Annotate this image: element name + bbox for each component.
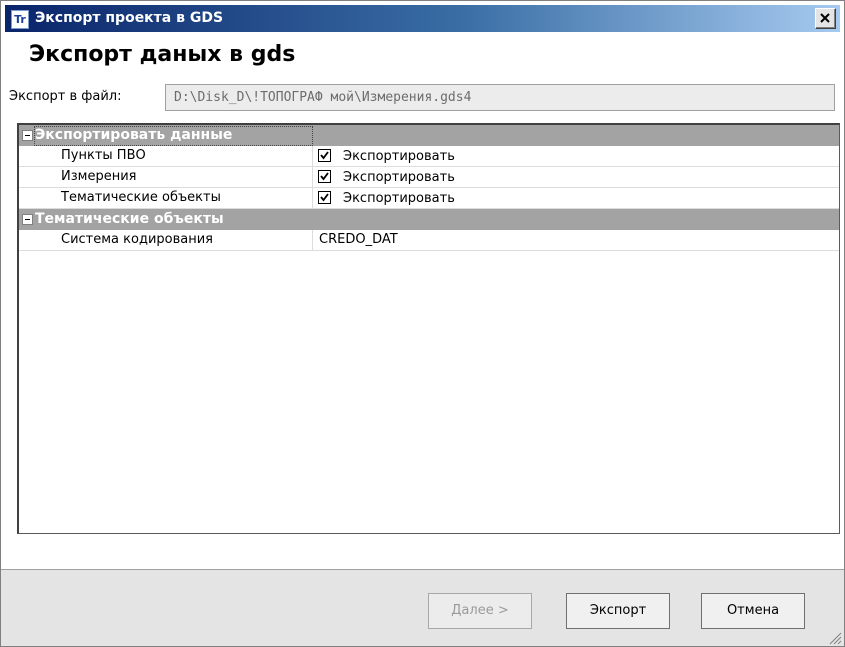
property-name: Тематические объекты xyxy=(61,190,221,205)
property-value[interactable]: CREDO_DAT xyxy=(319,230,398,251)
property-value: Экспортировать xyxy=(343,170,455,185)
cancel-button[interactable]: Отмена xyxy=(701,593,805,629)
column-divider xyxy=(312,188,313,209)
property-value: Экспортировать xyxy=(343,191,455,206)
column-divider xyxy=(312,146,313,167)
export-button[interactable]: Экспорт xyxy=(566,593,670,629)
close-button[interactable] xyxy=(815,8,836,29)
checkmark-icon xyxy=(320,151,329,160)
export-thematic-checkbox[interactable] xyxy=(318,191,331,204)
app-icon: Tr xyxy=(11,10,29,29)
category-label: Тематические объекты xyxy=(35,211,224,227)
property-row-pvo[interactable]: Пункты ПВО Экспортировать xyxy=(19,146,839,167)
close-icon xyxy=(820,13,830,23)
category-export-data[interactable]: Экспортировать данные xyxy=(19,125,839,146)
next-button-label: алее > xyxy=(461,603,509,618)
export-file-field[interactable]: D:\Disk_D\!ТОПОГРАФ мой\Измерения.gds4 xyxy=(165,84,835,111)
window-title: Экспорт проекта в GDS xyxy=(35,10,224,26)
button-bar: Далее > Экспорт Отмена xyxy=(1,569,844,646)
next-button[interactable]: Далее > xyxy=(428,593,532,629)
column-divider xyxy=(312,167,313,188)
export-dialog: Tr Экспорт проекта в GDS Экспорт даных в… xyxy=(0,0,845,647)
export-file-label: Экспорт в файл: xyxy=(9,89,122,104)
export-pvo-checkbox[interactable] xyxy=(318,149,331,162)
checkmark-icon xyxy=(320,172,329,181)
category-thematic-objects[interactable]: Тематические объекты xyxy=(19,209,839,230)
property-name: Пункты ПВО xyxy=(61,148,146,163)
export-measurements-checkbox[interactable] xyxy=(318,170,331,183)
title-bar[interactable]: Tr Экспорт проекта в GDS xyxy=(5,5,840,32)
category-label: Экспортировать данные xyxy=(35,127,233,143)
collapse-icon[interactable] xyxy=(22,130,33,141)
collapse-icon[interactable] xyxy=(22,214,33,225)
property-name: Измерения xyxy=(61,169,137,184)
property-value: Экспортировать xyxy=(343,149,455,164)
resize-grip-icon[interactable] xyxy=(828,631,842,645)
page-title: Экспорт даных в gds xyxy=(29,42,296,67)
next-button-accelerator: Д xyxy=(451,603,462,618)
property-name: Система кодирования xyxy=(61,232,213,247)
property-grid: Экспортировать данные Пункты ПВО Экспорт… xyxy=(17,123,840,534)
checkmark-icon xyxy=(320,193,329,202)
column-divider xyxy=(312,230,313,251)
property-row-coding-system[interactable]: Система кодирования CREDO_DAT xyxy=(19,230,839,251)
property-row-measurements[interactable]: Измерения Экспортировать xyxy=(19,167,839,188)
property-row-thematic-objects[interactable]: Тематические объекты Экспортировать xyxy=(19,188,839,209)
